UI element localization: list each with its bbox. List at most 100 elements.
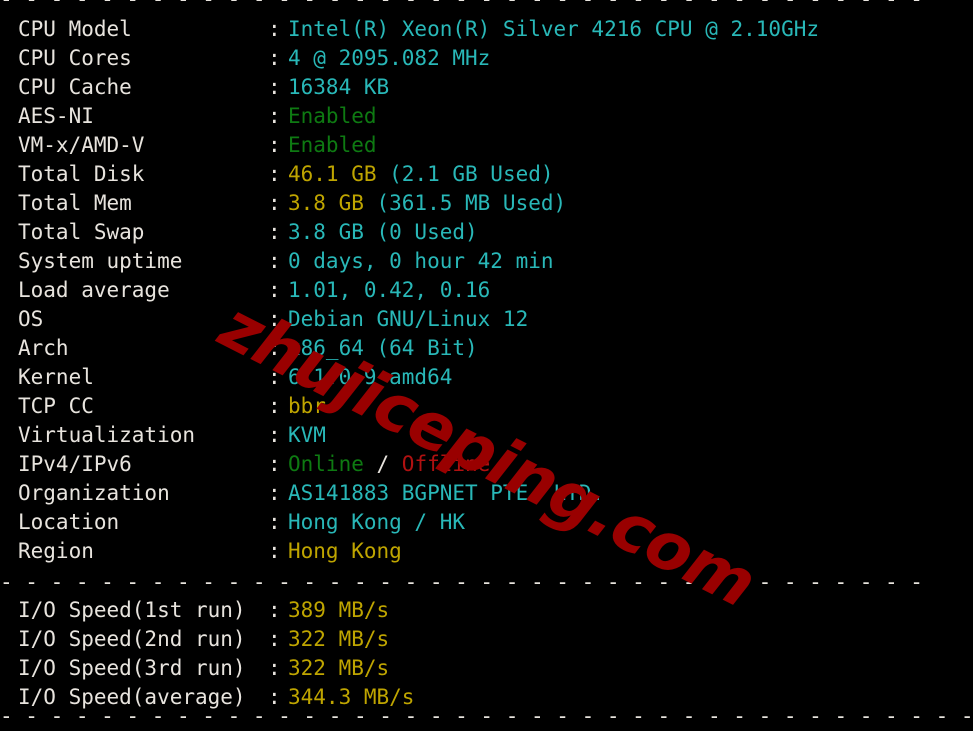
info-row: Organization: AS141883 BGPNET PTE. LTD. — [18, 479, 819, 508]
field-label: I/O Speed(3rd run) — [18, 656, 246, 680]
field-separator-colon: : — [268, 481, 281, 505]
field-value-part: Offline — [401, 452, 491, 476]
field-value: 3.8 GB (0 Used) — [288, 220, 478, 244]
field-value: 3.8 GB (361.5 MB Used) — [288, 191, 566, 215]
info-row: Virtualization: KVM — [18, 421, 819, 450]
field-separator-colon: : — [268, 656, 281, 680]
info-row: System uptime:0 days, 0 hour 42 min — [18, 247, 819, 276]
field-separator-colon: : — [268, 394, 281, 418]
field-separator-colon: : — [268, 510, 281, 534]
field-separator-colon: : — [268, 104, 281, 128]
info-row: IPv4/IPv6: Online / Offline — [18, 450, 819, 479]
field-value: 322 MB/s — [288, 627, 390, 651]
field-value: KVM — [288, 423, 326, 447]
field-separator-colon: : — [268, 365, 281, 389]
field-separator-colon: : — [268, 46, 281, 70]
field-value: 6.1.0-9-amd64 — [288, 365, 453, 389]
field-value-part: (2.1 GB Used) — [376, 162, 554, 186]
field-separator-colon: : — [268, 75, 281, 99]
field-separator-colon: : — [268, 191, 281, 215]
system-info-block: CPU Model: Intel(R) Xeon(R) Silver 4216 C… — [18, 15, 819, 566]
field-separator-colon: : — [268, 220, 281, 244]
field-label: CPU Model — [18, 17, 132, 41]
info-row: Total Mem:3.8 GB (361.5 MB Used) — [18, 189, 819, 218]
field-separator-colon: : — [268, 162, 281, 186]
info-row: Load average:1.01, 0.42, 0.16 — [18, 276, 819, 305]
io-row: I/O Speed(1st run):389 MB/s — [18, 596, 414, 625]
field-label: IPv4/IPv6 — [18, 452, 132, 476]
field-label: OS — [18, 307, 44, 331]
field-label: Total Mem — [18, 191, 132, 215]
info-row: CPU Model: Intel(R) Xeon(R) Silver 4216 C… — [18, 15, 819, 44]
field-label: Total Disk — [18, 162, 145, 186]
field-label: System uptime — [18, 249, 183, 273]
field-value: Online / Offline — [288, 452, 490, 476]
field-value: AS141883 BGPNET PTE. LTD. — [288, 481, 605, 505]
field-label: Location — [18, 510, 120, 534]
field-label: Kernel — [18, 365, 94, 389]
field-label: I/O Speed(2nd run) — [18, 627, 246, 651]
field-value: 46.1 GB (2.1 GB Used) — [288, 162, 554, 186]
field-label: Region — [18, 539, 94, 563]
field-label: I/O Speed(1st run) — [18, 598, 246, 622]
info-row: VM-x/AMD-V: Enabled — [18, 131, 819, 160]
field-separator-colon: : — [268, 17, 281, 41]
field-value: Hong Kong / HK — [288, 510, 466, 534]
info-row: TCP CC: bbr — [18, 392, 819, 421]
field-value: 0 days, 0 hour 42 min — [288, 249, 554, 273]
field-separator-colon: : — [268, 423, 281, 447]
field-value: Enabled — [288, 104, 377, 128]
info-row: Location: Hong Kong / HK — [18, 508, 819, 537]
separator-bottom: - - - - - - - - - - - - - - - - - - - - … — [0, 704, 973, 728]
field-label: Total Swap — [18, 220, 145, 244]
field-label: Arch — [18, 336, 69, 360]
field-label: TCP CC — [18, 394, 94, 418]
field-label: CPU Cache — [18, 75, 132, 99]
field-separator-colon: : — [268, 598, 281, 622]
field-separator-colon: : — [268, 452, 281, 476]
info-row: Total Disk:46.1 GB (2.1 GB Used) — [18, 160, 819, 189]
field-value: Intel(R) Xeon(R) Silver 4216 CPU @ 2.10G… — [288, 17, 820, 41]
io-row: I/O Speed(3rd run):322 MB/s — [18, 654, 414, 683]
field-label: Virtualization — [18, 423, 196, 447]
info-row: Arch: x86_64 (64 Bit) — [18, 334, 819, 363]
separator-top: - - - - - - - - - - - - - - - - - - - - … — [0, 0, 930, 14]
info-row: Region: Hong Kong — [18, 537, 819, 566]
field-value: 389 MB/s — [288, 598, 390, 622]
field-separator-colon: : — [268, 336, 281, 360]
field-value: 16384 KB — [288, 75, 390, 99]
field-label: Load average — [18, 278, 170, 302]
info-row: Total Swap:3.8 GB (0 Used) — [18, 218, 819, 247]
field-value-part: (361.5 MB Used) — [363, 191, 567, 215]
terminal-output: - - - - - - - - - - - - - - - - - - - - … — [0, 0, 973, 729]
field-value: 322 MB/s — [288, 656, 390, 680]
field-value: 1.01, 0.42, 0.16 — [288, 278, 491, 302]
field-value: bbr — [288, 394, 326, 418]
field-value-part: 3.8 GB — [288, 191, 364, 215]
field-label: VM-x/AMD-V — [18, 133, 145, 157]
field-value: Debian GNU/Linux 12 — [288, 307, 529, 331]
field-value-part: / — [363, 452, 402, 476]
field-separator-colon: : — [268, 627, 281, 651]
separator-middle: - - - - - - - - - - - - - - - - - - - - … — [0, 570, 923, 594]
info-row: CPU Cache:16384 KB — [18, 73, 819, 102]
field-label: AES-NI — [18, 104, 94, 128]
field-separator-colon: : — [268, 133, 281, 157]
info-row: AES-NI: Enabled — [18, 102, 819, 131]
field-separator-colon: : — [268, 249, 281, 273]
field-value-part: 46.1 GB — [288, 162, 377, 186]
io-row: I/O Speed(2nd run):322 MB/s — [18, 625, 414, 654]
field-label: Organization — [18, 481, 170, 505]
field-value: x86_64 (64 Bit) — [288, 336, 478, 360]
field-value-part: Online — [288, 452, 364, 476]
field-label: CPU Cores — [18, 46, 132, 70]
field-separator-colon: : — [268, 307, 281, 331]
field-value: 4 @ 2095.082 MHz — [288, 46, 491, 70]
field-separator-colon: : — [268, 278, 281, 302]
field-separator-colon: : — [268, 539, 281, 563]
info-row: OS: Debian GNU/Linux 12 — [18, 305, 819, 334]
info-row: Kernel:6.1.0-9-amd64 — [18, 363, 819, 392]
field-value: Hong Kong — [288, 539, 402, 563]
info-row: CPU Cores:4 @ 2095.082 MHz — [18, 44, 819, 73]
field-value: Enabled — [288, 133, 377, 157]
